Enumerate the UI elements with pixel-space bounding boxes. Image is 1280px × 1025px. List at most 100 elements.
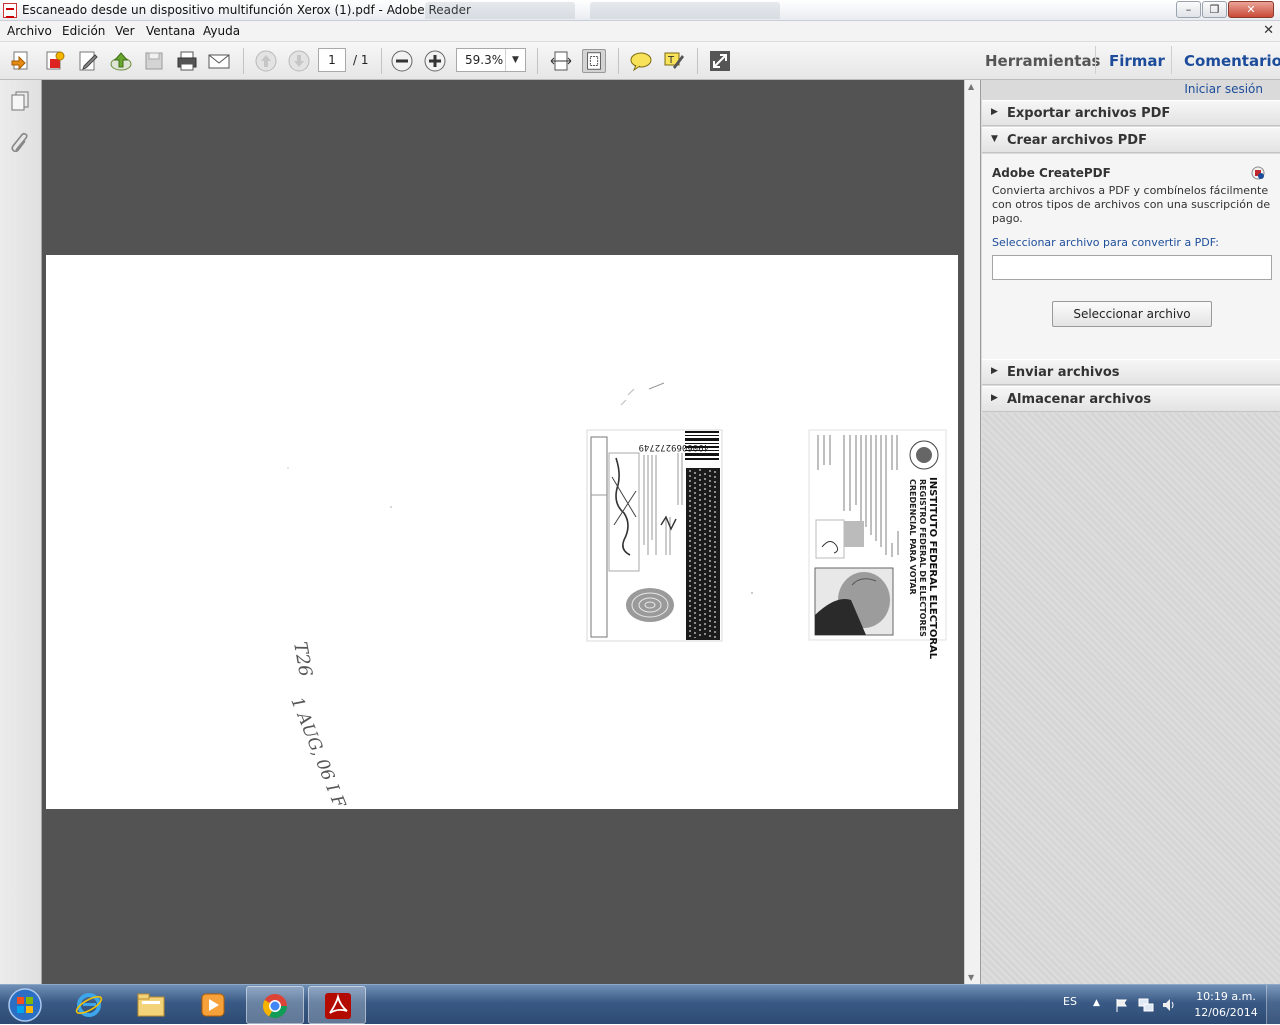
clock[interactable]: 10:19 a.m. 12/06/2014 — [1190, 989, 1262, 1021]
section-enviar[interactable]: ▶ Enviar archivos — [982, 359, 1280, 385]
empty-pane-area — [982, 413, 1280, 984]
minimize-button[interactable]: – — [1176, 1, 1201, 18]
id-card-back: 4906069272749 — [586, 429, 723, 642]
toolbar-separator — [537, 48, 538, 74]
section-almacenar[interactable]: ▶ Almacenar archivos — [982, 386, 1280, 412]
section-enviar-label: Enviar archivos — [1007, 365, 1120, 380]
scroll-down-icon[interactable]: ▼ — [968, 973, 974, 982]
signin-link[interactable]: Iniciar sesión — [1184, 82, 1263, 96]
volume-icon[interactable] — [1161, 997, 1177, 1013]
page-total-label: / 1 — [353, 53, 369, 67]
section-exportar-label: Exportar archivos PDF — [1007, 106, 1171, 121]
toolbar-separator — [243, 48, 244, 74]
menu-ventana[interactable]: Ventana — [146, 24, 195, 38]
create-pdf-panel: Adobe CreatePDF Convierta archivos a PDF… — [982, 154, 1280, 360]
close-document-button[interactable]: ✕ — [1263, 23, 1274, 38]
adobe-reader-icon — [325, 993, 351, 1019]
scroll-up-icon[interactable]: ▲ — [968, 82, 974, 91]
id-card-front: INSTITUTO FEDERAL ELECTORAL REGISTRO FED… — [808, 429, 947, 660]
card-credential-title: CREDENCIAL PARA VOTAR — [908, 479, 917, 595]
tab-separator — [1095, 46, 1096, 74]
chevron-down-icon: ▼ — [991, 134, 998, 144]
internet-explorer-icon — [75, 993, 103, 1017]
createpdf-heading: Adobe CreatePDF — [992, 166, 1111, 180]
comment-icon[interactable] — [629, 49, 653, 73]
taskbar-media-player[interactable] — [184, 986, 242, 1024]
title-bar: Escaneado desde un dispositivo multifunc… — [0, 0, 1280, 21]
taskbar-internet-explorer[interactable] — [60, 986, 118, 1024]
zoom-in-icon[interactable] — [423, 49, 447, 73]
tab-separator — [1171, 46, 1172, 74]
createpdf-description: Convierta archivos a PDF y combínelos fá… — [992, 184, 1271, 225]
page-thumbnails-icon[interactable] — [9, 90, 31, 112]
createpdf-info-icon[interactable] — [1251, 166, 1265, 180]
scanned-image: 4906069272749 INSTITUTO FEDERAL ELECTORA… — [286, 382, 947, 809]
section-crear[interactable]: ▼ Crear archivos PDF — [982, 127, 1280, 153]
upload-icon[interactable] — [109, 49, 133, 73]
taskbar-adobe-reader[interactable] — [308, 986, 366, 1024]
chevron-right-icon: ▶ — [991, 366, 998, 376]
edit-icon[interactable] — [76, 49, 100, 73]
action-center-flag-icon[interactable] — [1114, 997, 1130, 1013]
network-icon[interactable] — [1138, 997, 1154, 1013]
folder-icon — [137, 993, 165, 1017]
tab-comentario[interactable]: Comentario — [1184, 52, 1280, 70]
tools-pane: Iniciar sesión ▶ Exportar archivos PDF ▼… — [980, 80, 1280, 984]
chevron-down-icon[interactable]: ▼ — [505, 49, 525, 71]
chevron-right-icon: ▶ — [991, 107, 998, 117]
tab-firmar[interactable]: Firmar — [1109, 52, 1165, 70]
fit-width-icon[interactable] — [549, 49, 573, 73]
highlight-icon[interactable]: T — [662, 49, 686, 73]
email-icon[interactable] — [207, 49, 231, 73]
handwritten-note: T26 — [289, 640, 316, 678]
select-file-button[interactable]: Seleccionar archivo — [1052, 301, 1212, 327]
chrome-icon — [262, 994, 287, 1019]
previous-page-icon[interactable] — [254, 49, 278, 73]
open-icon[interactable] — [9, 49, 33, 73]
clock-date: 12/06/2014 — [1194, 1006, 1258, 1019]
menu-ver[interactable]: Ver — [115, 24, 135, 38]
create-pdf-icon[interactable] — [42, 49, 66, 73]
taskbar-chrome[interactable] — [246, 986, 304, 1024]
toolbar-separator — [381, 48, 382, 74]
fullscreen-icon[interactable] — [708, 49, 732, 73]
pdf-page[interactable]: 4906069272749 INSTITUTO FEDERAL ELECTORA… — [46, 255, 958, 809]
maximize-button[interactable]: ❐ — [1202, 1, 1227, 18]
show-desktop-button[interactable] — [1266, 985, 1280, 1025]
card-institution-title: INSTITUTO FEDERAL ELECTORAL — [927, 477, 938, 660]
tab-herramientas[interactable]: Herramientas — [985, 52, 1101, 70]
section-almacenar-label: Almacenar archivos — [1007, 392, 1152, 407]
toolbar-separator — [618, 48, 619, 74]
close-button[interactable]: ✕ — [1228, 1, 1274, 18]
taskbar-explorer[interactable] — [122, 986, 180, 1024]
taskbar: ES ▲ 10:19 a.m. 12/06/2014 — [0, 984, 1280, 1025]
handwritten-date: 1 AUG, 06 I F — [286, 694, 349, 809]
navigation-pane — [0, 80, 42, 984]
next-page-icon[interactable] — [287, 49, 311, 73]
attachments-icon[interactable] — [9, 132, 31, 154]
page-number-input[interactable]: 1 — [318, 48, 346, 72]
save-icon[interactable] — [142, 49, 166, 73]
menu-edicion[interactable]: Edición — [62, 24, 105, 38]
file-path-input[interactable] — [992, 255, 1272, 280]
window-title: Escaneado desde un dispositivo multifunc… — [22, 3, 471, 17]
toolbar-separator — [697, 48, 698, 74]
background-window-tab — [590, 2, 780, 19]
pdf-file-icon — [3, 3, 17, 18]
zoom-out-icon[interactable] — [390, 49, 414, 73]
section-exportar[interactable]: ▶ Exportar archivos PDF — [982, 100, 1280, 126]
start-button-icon[interactable] — [6, 987, 44, 1023]
vertical-scrollbar[interactable]: ▲ ▼ — [964, 80, 980, 984]
media-player-icon — [201, 993, 225, 1017]
zoom-value: 59.3% — [465, 53, 504, 67]
show-hidden-icons-icon[interactable]: ▲ — [1093, 998, 1100, 1008]
menu-ayuda[interactable]: Ayuda — [203, 24, 240, 38]
svg-text:T: T — [667, 55, 675, 66]
print-icon[interactable] — [175, 49, 199, 73]
chevron-right-icon: ▶ — [991, 393, 998, 403]
zoom-select[interactable]: 59.3% ▼ — [456, 48, 526, 72]
language-indicator[interactable]: ES — [1063, 995, 1077, 1008]
menu-archivo[interactable]: Archivo — [7, 24, 52, 38]
file-select-label: Seleccionar archivo para convertir a PDF… — [992, 236, 1219, 249]
fit-page-icon[interactable] — [582, 49, 606, 73]
